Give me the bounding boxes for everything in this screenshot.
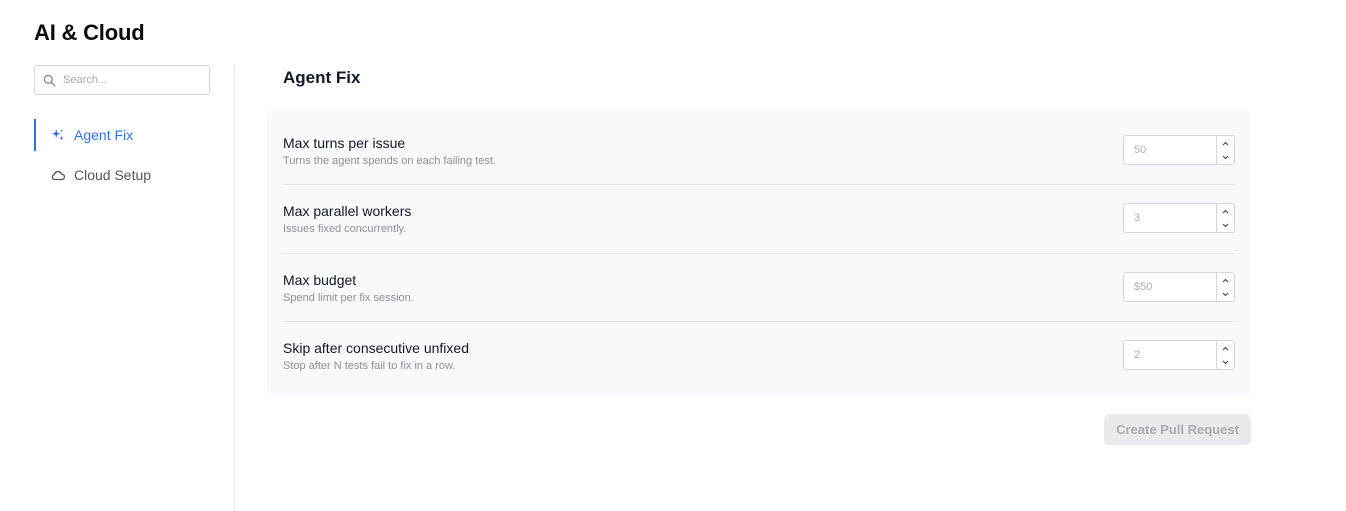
create-pull-request-button[interactable]: Create Pull Request [1104,414,1251,445]
stepper-arrows [1216,204,1234,232]
increment-chevron-up-icon[interactable] [1217,136,1234,150]
setting-description: Issues fixed concurrently. [283,223,407,235]
setting-row-skip-after-unfixed: Skip after consecutive unfixed Stop afte… [283,321,1235,389]
skip-after-unfixed-stepper [1123,340,1235,370]
app-window: AI & Cloud Agent Fix [0,0,1346,511]
setting-label: Skip after consecutive unfixed [283,340,469,356]
skip-after-unfixed-input[interactable] [1124,341,1216,369]
setting-description: Stop after N tests fail to fix in a row. [283,360,456,372]
setting-description: Spend limit per fix session. [283,292,414,304]
sidebar: Agent Fix Cloud Setup [34,65,210,199]
decrement-chevron-down-icon[interactable] [1217,150,1234,164]
row-divider [283,184,1235,185]
search-box [34,65,210,95]
stepper-arrows [1216,341,1234,369]
setting-row-max-turns: Max turns per issue Turns the agent spen… [283,109,1235,177]
sparkles-icon [50,127,66,143]
sidebar-item-label: Agent Fix [74,127,134,143]
setting-row-max-workers: Max parallel workers Issues fixed concur… [283,184,1235,252]
search-input[interactable] [63,66,207,94]
increment-chevron-up-icon[interactable] [1217,204,1234,218]
row-divider [283,321,1235,322]
sidebar-item-agent-fix[interactable]: Agent Fix [34,119,210,151]
increment-chevron-up-icon[interactable] [1217,273,1234,287]
setting-description: Turns the agent spends on each failing t… [283,155,497,167]
sidebar-item-label: Cloud Setup [74,167,152,183]
decrement-chevron-down-icon[interactable] [1217,218,1234,232]
max-workers-stepper [1123,203,1235,233]
sidebar-nav: Agent Fix Cloud Setup [34,119,210,191]
increment-chevron-up-icon[interactable] [1217,341,1234,355]
setting-label: Max turns per issue [283,135,406,151]
max-budget-stepper [1123,272,1235,302]
setting-label: Max budget [283,272,357,288]
max-turns-stepper [1123,135,1235,165]
stepper-arrows [1216,273,1234,301]
decrement-chevron-down-icon[interactable] [1217,355,1234,369]
settings-card: Max turns per issue Turns the agent spen… [267,109,1251,397]
page-title: Agent Fix [283,68,361,87]
max-budget-input[interactable] [1124,273,1216,301]
max-workers-input[interactable] [1124,204,1216,232]
stepper-arrows [1216,136,1234,164]
max-turns-input[interactable] [1124,136,1216,164]
decrement-chevron-down-icon[interactable] [1217,287,1234,301]
row-divider [283,253,1235,254]
setting-label: Max parallel workers [283,203,412,219]
sidebar-item-cloud-setup[interactable]: Cloud Setup [34,159,210,191]
search-icon [43,74,56,87]
sidebar-divider [234,65,235,511]
setting-row-max-budget: Max budget Spend limit per fix session. [283,253,1235,321]
cloud-icon [50,167,66,183]
app-title: AI & Cloud [34,20,145,45]
